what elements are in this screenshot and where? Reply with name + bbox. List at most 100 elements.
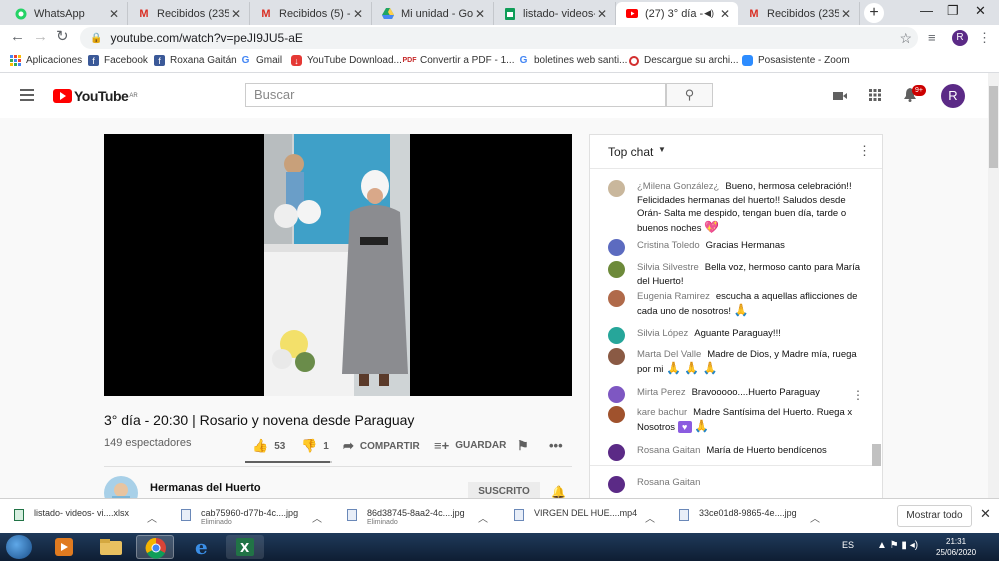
new-tab-button[interactable]: +: [864, 3, 884, 23]
bookmark-star-icon[interactable]: ☆: [899, 30, 912, 47]
dislike-button[interactable]: 👎 1: [301, 438, 329, 454]
message-menu-icon[interactable]: ⋮: [852, 388, 864, 402]
video-title: 3° día - 20:30 | Rosario y novena desde …: [104, 412, 415, 428]
tab-whatsapp[interactable]: WhatsApp ✕: [5, 2, 128, 25]
video-player[interactable]: [104, 134, 572, 396]
youtube-avatar[interactable]: R: [941, 84, 965, 108]
tab-gmail-1[interactable]: M Recibidos (235) - ro ✕: [128, 2, 250, 25]
bookmark-boletines[interactable]: G boletines web santi...: [518, 55, 628, 66]
chevron-up-icon[interactable]: ︿: [312, 510, 322, 525]
pdf-icon: PDF: [402, 57, 417, 64]
media-controls-icon[interactable]: ≡: [928, 30, 936, 45]
download-item[interactable]: 86d38745-8aa2-4c....jpg Eliminado ︿: [347, 506, 497, 528]
download-app-icon: ↓: [291, 55, 302, 66]
close-tab-icon[interactable]: ✕: [839, 7, 853, 21]
chrome-taskbar-icon[interactable]: [136, 535, 174, 559]
chat-message: ¿Milena González¿ Bueno, hermosa celebrac…: [608, 180, 870, 235]
close-tab-icon[interactable]: ✕: [351, 7, 365, 21]
minimize-button[interactable]: —: [920, 3, 933, 18]
windows-start-icon[interactable]: [6, 535, 32, 559]
close-tab-icon[interactable]: ✕: [718, 7, 732, 21]
tab-gmail-2[interactable]: M Recibidos (5) - ega ✕: [250, 2, 372, 25]
download-item[interactable]: cab75960-d77b-4c....jpg Eliminado ︿: [181, 506, 331, 528]
gmail-icon: M: [139, 7, 149, 20]
bookmark-gmail[interactable]: G Gmail: [240, 55, 283, 66]
like-button[interactable]: 👍 53: [252, 438, 285, 454]
chevron-down-icon[interactable]: ▼: [658, 145, 666, 154]
thumbs-up-icon: 👍: [252, 438, 269, 453]
tab-sheets[interactable]: listado- videos- vig ✕: [494, 2, 616, 25]
download-item[interactable]: listado- videos- vi....xlsx ︿: [14, 506, 164, 528]
show-all-downloads-button[interactable]: Mostrar todo: [897, 505, 972, 527]
excel-file-icon: [14, 509, 24, 521]
add-to-playlist-icon: ≡+: [434, 438, 450, 453]
praying-hands-emoji-icon: 🙏: [694, 418, 710, 433]
chevron-up-icon[interactable]: ︿: [147, 510, 157, 525]
chrome-menu-icon[interactable]: ⋮: [978, 30, 991, 46]
close-tab-icon[interactable]: ✕: [473, 7, 487, 21]
channel-name[interactable]: Hermanas del Huerto: [150, 482, 261, 494]
system-tray-icons[interactable]: ▲ ⚑ ▮ ◂): [877, 540, 918, 551]
forward-arrow-icon[interactable]: →: [33, 29, 48, 45]
file-explorer-taskbar-icon[interactable]: [92, 535, 130, 559]
bookmark-roxana-gaitan[interactable]: f Roxana Gaitán: [154, 55, 237, 66]
tab-youtube-active[interactable]: (27) 3° día - 20 ◀) ✕: [616, 2, 738, 25]
share-button[interactable]: ➦ COMPARTIR: [343, 438, 420, 454]
share-arrow-icon: ➦: [343, 438, 354, 453]
bell-icon[interactable]: 🔔: [551, 485, 566, 499]
bookmark-descargue[interactable]: Descargue su archi...: [629, 55, 739, 66]
speaker-icon[interactable]: ◀): [704, 8, 714, 19]
youtube-logo[interactable]: YouTube AR: [53, 88, 138, 104]
chevron-up-icon[interactable]: ︿: [645, 510, 655, 525]
search-button[interactable]: ⚲: [666, 83, 713, 107]
close-tab-icon[interactable]: ✕: [595, 7, 609, 21]
reload-icon[interactable]: ↻: [56, 29, 69, 45]
close-downloads-icon[interactable]: ✕: [980, 506, 991, 522]
tab-drive[interactable]: Mi unidad - Google ✕: [372, 2, 494, 25]
create-video-icon[interactable]: [833, 88, 847, 104]
apps-grid-icon[interactable]: [869, 88, 881, 104]
flag-icon: ⚑: [517, 438, 529, 453]
google-icon: G: [519, 55, 528, 66]
more-actions-button[interactable]: •••: [549, 438, 569, 453]
close-tab-icon[interactable]: ✕: [107, 7, 121, 21]
chat-input-divider: [590, 465, 872, 466]
close-window-button[interactable]: ✕: [975, 3, 986, 19]
bookmark-facebook[interactable]: f Facebook: [88, 55, 148, 66]
tab-gmail-3[interactable]: M Recibidos (235) - ro ✕: [738, 2, 860, 25]
back-arrow-icon[interactable]: ←: [10, 29, 25, 45]
chevron-up-icon[interactable]: ︿: [810, 510, 820, 525]
chrome-profile-avatar[interactable]: R: [952, 30, 968, 46]
download-item[interactable]: 33ce01d8-9865-4e....jpg ︿: [679, 506, 829, 528]
bookmark-youtube-download[interactable]: ↓ YouTube Download...: [291, 55, 402, 66]
language-indicator[interactable]: ES: [842, 540, 854, 550]
maximize-button[interactable]: ❐: [947, 3, 959, 19]
avatar: [608, 290, 625, 307]
browser-toolbar: ← → ↻ 🔒 youtube.com/watch?v=peJI9JU5-aE …: [0, 25, 999, 51]
excel-taskbar-icon[interactable]: X: [226, 535, 264, 559]
hamburger-menu-icon[interactable]: [20, 89, 34, 101]
save-button[interactable]: ≡+ GUARDAR: [434, 438, 506, 453]
bookmark-aplicaciones[interactable]: Aplicaciones: [10, 55, 82, 66]
address-bar[interactable]: 🔒 youtube.com/watch?v=peJI9JU5-aE ☆: [80, 27, 918, 49]
page-scrollbar-thumb[interactable]: [989, 86, 998, 168]
chat-menu-icon[interactable]: ⋮: [858, 143, 871, 159]
gmail-icon: M: [749, 7, 759, 20]
chat-scrollbar-thumb[interactable]: [872, 444, 881, 466]
bookmark-zoom[interactable]: Posasistente - Zoom: [742, 55, 850, 66]
close-tab-icon[interactable]: ✕: [229, 7, 243, 21]
avatar: [608, 406, 625, 423]
viewer-count: 149 espectadores: [104, 437, 192, 449]
bookmark-convertir-pdf[interactable]: PDF Convertir a PDF - 1...: [402, 55, 515, 66]
media-player-taskbar-icon[interactable]: [45, 535, 83, 559]
report-flag-button[interactable]: ⚑: [517, 438, 535, 454]
internet-explorer-taskbar-icon[interactable]: e: [183, 535, 221, 559]
download-item[interactable]: VIRGEN DEL HUE....mp4 ︿: [514, 506, 664, 528]
search-input[interactable]: Buscar: [245, 83, 666, 107]
lock-icon: 🔒: [90, 32, 103, 44]
video-file-icon: [514, 509, 524, 521]
chat-mode-selector[interactable]: Top chat: [608, 145, 653, 159]
clock[interactable]: 21:31 25/06/2020: [936, 536, 976, 558]
avatar: [608, 348, 625, 365]
chevron-up-icon[interactable]: ︿: [478, 510, 488, 525]
